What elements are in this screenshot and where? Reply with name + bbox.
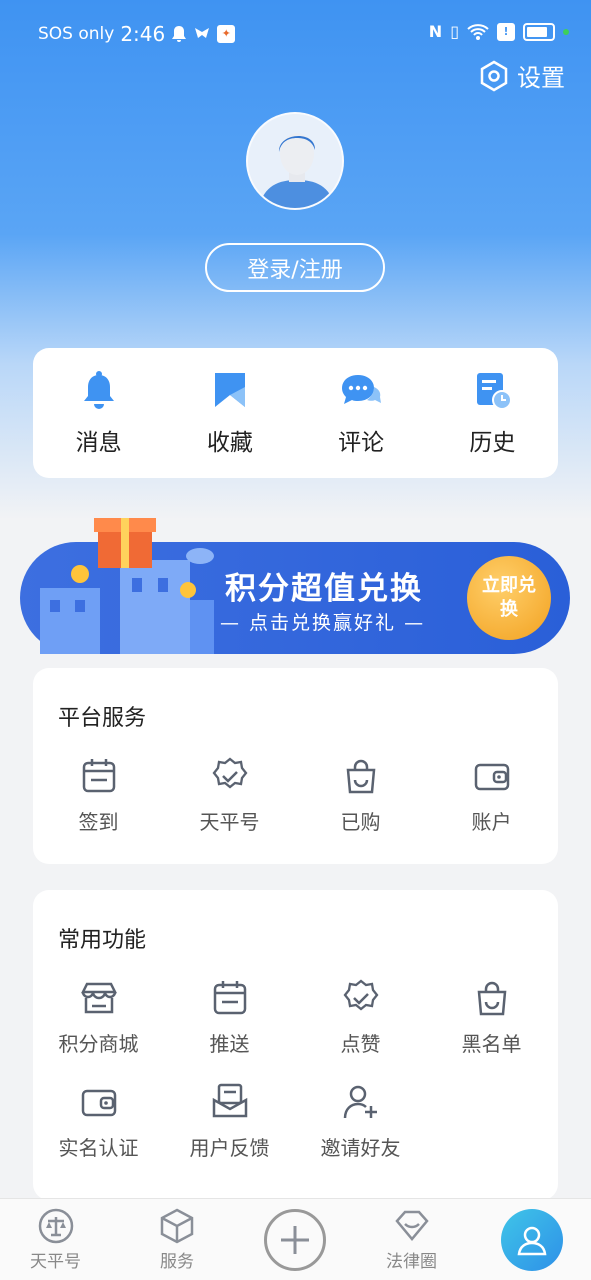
function-points-mall[interactable]: 积分商城	[33, 978, 164, 1082]
common-functions-card: 常用功能 积分商城 推送 点赞 黑名单 实名认证 用户反馈 邀请好友	[33, 890, 558, 1200]
service-label: 签到	[78, 810, 119, 834]
points-exchange-banner[interactable]: 积分超值兑换 — 点击兑换赢好礼 — 立即兑换	[20, 508, 570, 658]
service-account[interactable]: 账户	[426, 756, 557, 860]
cube-icon	[160, 1208, 194, 1244]
function-label: 点赞	[340, 1032, 381, 1056]
quick-action-label: 消息	[75, 430, 122, 456]
wallet-icon	[474, 763, 509, 791]
avatar[interactable]	[246, 112, 344, 210]
settings-label: 设置	[517, 64, 565, 92]
vibrate-icon: ▯	[450, 22, 459, 41]
shopping-bag-icon	[477, 981, 506, 1016]
comment-icon	[342, 375, 382, 404]
function-label: 积分商城	[58, 1032, 139, 1056]
function-label: 用户反馈	[189, 1136, 270, 1160]
service-tianping-account[interactable]: 天平号	[164, 756, 295, 860]
user-icon	[517, 1226, 547, 1256]
tab-tianping[interactable]: 天平号	[30, 1207, 81, 1272]
bookmark-icon	[214, 373, 245, 407]
status-icons-right: N ▯ !	[429, 22, 569, 41]
app-notification-icon-2: ✦	[217, 25, 236, 43]
battery-icon	[523, 22, 555, 41]
section-title: 常用功能	[58, 928, 147, 953]
plus-icon	[281, 1226, 309, 1254]
platform-services-card: 平台服务 签到 天平号 已购 账户	[33, 668, 558, 864]
calendar-icon	[213, 981, 246, 1015]
service-label: 天平号	[199, 810, 260, 834]
common-functions-grid: 积分商城 推送 点赞 黑名单 实名认证 用户反馈 邀请好友	[33, 978, 558, 1186]
service-label: 账户	[471, 810, 512, 834]
settings-hexagon-icon	[480, 60, 508, 91]
add-user-icon	[343, 1085, 377, 1119]
quick-action-messages[interactable]: 消息	[39, 369, 159, 457]
function-push[interactable]: 推送	[164, 978, 295, 1082]
feedback-icon	[212, 1083, 247, 1118]
badge-check-icon	[212, 757, 247, 789]
tab-me[interactable]	[501, 1209, 563, 1271]
status-bar: SOS only 2:46 ✦ N ▯ !	[0, 0, 591, 66]
function-label: 邀请好友	[320, 1136, 401, 1160]
function-real-name-verification[interactable]: 实名认证	[33, 1082, 164, 1186]
login-register-button[interactable]: 登录/注册	[205, 243, 385, 292]
status-left: SOS only 2:46 ✦	[38, 22, 236, 46]
nfc-icon: N	[428, 22, 443, 41]
function-label: 推送	[209, 1032, 250, 1056]
service-purchased[interactable]: 已购	[295, 756, 426, 860]
settings-button[interactable]: 设置	[479, 58, 565, 93]
service-check-in[interactable]: 签到	[33, 756, 164, 860]
active-dot-icon	[563, 28, 569, 35]
default-user-avatar-icon	[248, 114, 342, 208]
function-invite-friends[interactable]: 邀请好友	[295, 1082, 426, 1186]
quick-action-label: 收藏	[206, 430, 253, 456]
bell-icon	[83, 371, 114, 409]
function-likes[interactable]: 点赞	[295, 978, 426, 1082]
tab-law-circle[interactable]: 法律圈	[386, 1207, 437, 1272]
tab-label: 服务	[160, 1252, 194, 1272]
tab-label: 天平号	[30, 1252, 81, 1272]
alert-icon: !	[497, 22, 515, 41]
quick-action-label: 历史	[469, 430, 516, 456]
tab-label: 法律圈	[386, 1252, 437, 1272]
quick-actions-card: 消息 收藏 评论 历史	[33, 348, 558, 478]
badge-check-icon	[343, 979, 378, 1011]
shopping-bag-icon	[346, 759, 375, 794]
history-icon	[477, 373, 513, 410]
function-label: 黑名单	[461, 1032, 522, 1056]
scales-icon	[38, 1208, 73, 1244]
time-text: 2:46	[120, 22, 166, 46]
wifi-icon	[467, 23, 489, 40]
carrier-text: SOS only	[38, 24, 115, 44]
banner-title: 积分超值兑换	[225, 571, 423, 607]
platform-services-grid: 签到 天平号 已购 账户	[33, 756, 558, 860]
banner-subtitle: — 点击兑换赢好礼 —	[220, 612, 426, 634]
function-label: 实名认证	[58, 1136, 139, 1160]
quick-action-comments[interactable]: 评论	[301, 369, 421, 457]
app-notification-icon	[195, 28, 210, 38]
wallet-icon	[81, 1089, 116, 1117]
function-user-feedback[interactable]: 用户反馈	[164, 1082, 295, 1186]
section-title: 平台服务	[58, 706, 147, 731]
banner-exchange-button[interactable]: 立即兑换	[467, 556, 551, 640]
service-label: 已购	[340, 810, 381, 834]
diamond-icon	[394, 1210, 429, 1241]
tab-services[interactable]: 服务	[158, 1207, 196, 1272]
calendar-icon	[82, 759, 115, 793]
quick-action-label: 评论	[338, 430, 385, 456]
store-icon	[80, 982, 117, 1014]
function-blacklist[interactable]: 黑名单	[426, 978, 557, 1082]
quick-action-favorites[interactable]: 收藏	[170, 369, 290, 457]
quick-action-history[interactable]: 历史	[432, 369, 552, 457]
add-post-button[interactable]	[264, 1209, 326, 1271]
notification-bell-icon	[172, 26, 187, 42]
bottom-tab-bar: 天平号 服务 法律圈	[0, 1198, 591, 1280]
